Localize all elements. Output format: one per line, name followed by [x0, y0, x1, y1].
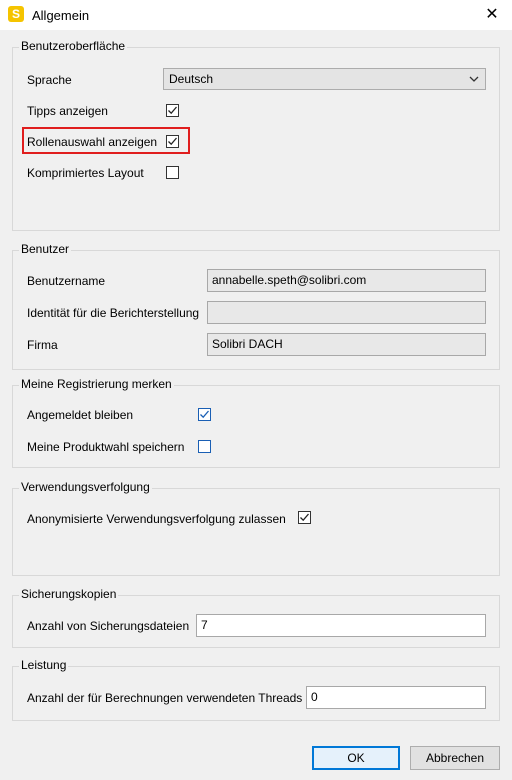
report-identity-label: Identität für die Berichterstellung — [27, 306, 200, 320]
username-label: Benutzername — [27, 274, 106, 288]
backup-count-input[interactable]: 7 — [196, 614, 486, 637]
save-product-checkbox[interactable] — [198, 440, 211, 453]
group-tracking: Verwendungsverfolgung — [12, 480, 500, 576]
role-select-checkbox[interactable] — [166, 135, 179, 148]
group-backups-title: Sicherungskopien — [19, 587, 119, 601]
company-field[interactable]: Solibri DACH — [207, 333, 486, 356]
report-identity-field[interactable] — [207, 301, 486, 324]
show-tips-label: Tipps anzeigen — [27, 104, 108, 118]
role-select-label: Rollenauswahl anzeigen — [27, 135, 158, 149]
group-user-title: Benutzer — [19, 242, 72, 256]
group-ui-title: Benutzeroberfläche — [19, 39, 128, 53]
title-bar: S Allgemein ✕ — [0, 0, 512, 30]
stay-logged-checkbox[interactable] — [198, 408, 211, 421]
close-icon[interactable]: ✕ — [472, 0, 512, 30]
chevron-down-icon — [469, 69, 479, 95]
group-registration-title: Meine Registrierung merken — [19, 377, 174, 391]
anon-tracking-checkbox[interactable] — [298, 511, 311, 524]
group-tracking-title: Verwendungsverfolgung — [19, 480, 152, 494]
anon-tracking-label: Anonymisierte Verwendungsverfolgung zula… — [27, 512, 286, 526]
company-label: Firma — [27, 338, 58, 352]
language-select[interactable]: Deutsch — [163, 68, 486, 90]
backup-count-label: Anzahl von Sicherungsdateien — [27, 619, 190, 633]
language-label: Sprache — [27, 73, 72, 87]
window-title: Allgemein — [32, 8, 90, 23]
group-performance-title: Leistung — [19, 658, 69, 672]
language-select-value: Deutsch — [169, 72, 214, 86]
threads-label: Anzahl der für Berechnungen verwendeten … — [27, 691, 303, 705]
threads-input[interactable]: 0 — [306, 686, 486, 709]
compact-layout-label: Komprimiertes Layout — [27, 166, 144, 180]
save-product-label: Meine Produktwahl speichern — [27, 440, 185, 454]
solibri-app-icon: S — [8, 6, 24, 22]
show-tips-checkbox[interactable] — [166, 104, 179, 117]
group-registration: Meine Registrierung merken — [12, 377, 500, 468]
stay-logged-label: Angemeldet bleiben — [27, 408, 134, 422]
cancel-button[interactable]: Abbrechen — [410, 746, 500, 770]
username-field[interactable]: annabelle.speth@solibri.com — [207, 269, 486, 292]
compact-layout-checkbox[interactable] — [166, 166, 179, 179]
ok-button[interactable]: OK — [312, 746, 400, 770]
